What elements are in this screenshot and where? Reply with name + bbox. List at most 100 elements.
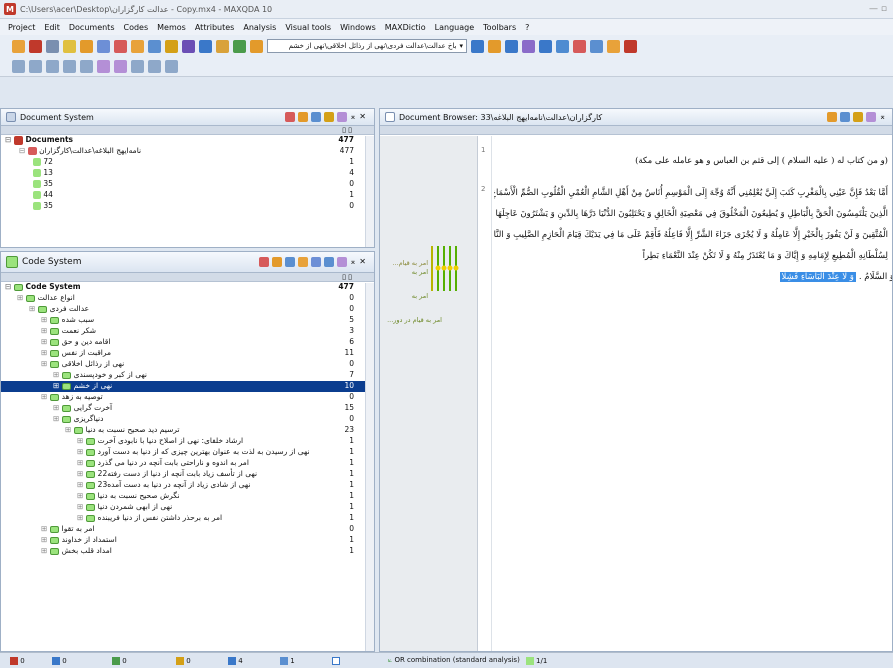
code-row[interactable]: ⊞ نهی از تأسف زیاد بابت آنچه از دنیا از … (1, 469, 374, 480)
copy-icon[interactable] (63, 39, 76, 53)
expand-icon[interactable]: ⊞ (53, 414, 62, 423)
pin-icon[interactable]: ⌅ (350, 112, 357, 122)
arrow-up-icon[interactable] (63, 60, 76, 73)
code-system-root-row[interactable]: ⊟ Code System 477 (1, 282, 374, 293)
document-row[interactable]: 13 4 (1, 168, 374, 179)
code-left-icon[interactable] (471, 39, 484, 53)
code-row[interactable]: ⊞ نهی از خشم 10 (1, 381, 374, 392)
table-view-icon[interactable] (131, 60, 144, 73)
expand-icon[interactable]: ⊞ (77, 513, 86, 522)
arrow-down-icon[interactable] (46, 60, 59, 73)
code-tool-icon[interactable] (233, 39, 246, 53)
close-icon[interactable]: ✕ (359, 112, 366, 122)
code-row[interactable]: ⊞ عدالت فردی 0 (1, 304, 374, 315)
status-combination[interactable]: ⟀ OR combination (standard analysis) (382, 656, 520, 665)
memo-icon[interactable] (114, 39, 127, 53)
code-row[interactable]: ⊞ امر به تقوا 0 (1, 524, 374, 535)
delete-icon[interactable] (284, 112, 295, 122)
code-row[interactable]: ⊞ سبب شده 5 (1, 315, 374, 326)
cut-icon[interactable] (46, 39, 59, 53)
code-row[interactable]: ⊞ ترسیم دید صحیح نسبت به دنیا 23 (1, 425, 374, 436)
code-row[interactable]: ⊞ اقامه دین و حق 6 (1, 337, 374, 348)
open-project-icon[interactable] (12, 39, 25, 53)
search-code-icon[interactable] (114, 60, 127, 73)
copy-doc-icon[interactable] (297, 112, 308, 122)
code-row[interactable]: ⊞ نهی از ابهی شمردن دنیا 1 (1, 502, 374, 513)
grid-icon[interactable] (216, 39, 229, 53)
minimize-button[interactable]: — ▫ (869, 4, 887, 14)
menu-attributes[interactable]: Attributes (195, 23, 235, 32)
dictio-icon[interactable] (624, 39, 637, 53)
sort-icon[interactable] (12, 60, 25, 73)
export-icon[interactable] (165, 60, 178, 73)
menu-analysis[interactable]: Analysis (243, 23, 276, 32)
code-row[interactable]: ⊞ مراقبت از نفس 11 (1, 348, 374, 359)
code-row[interactable]: ⊞ استمداد از خداوند 1 (1, 535, 374, 546)
expand-icon[interactable]: ⊞ (41, 524, 50, 533)
code-row[interactable]: ⊞ انواع عدالت 0 (1, 293, 374, 304)
grid-view-icon[interactable] (148, 60, 161, 73)
print-icon[interactable] (827, 112, 838, 122)
expand-icon[interactable]: ⊞ (77, 458, 86, 467)
retrieve-icon[interactable] (148, 39, 161, 53)
window-layout-icon[interactable] (199, 39, 212, 53)
expand-icon[interactable]: ⊞ (41, 546, 50, 555)
search-text-icon[interactable] (866, 112, 877, 122)
document-row[interactable]: 35 0 (1, 201, 374, 212)
code-row[interactable]: ⊞ دنیاگریزی 0 (1, 414, 374, 425)
expand-icon[interactable]: ⊞ (41, 315, 50, 324)
highlighted-segment[interactable]: وَ لَا عِنْدَ الْبَأْسَاءِ فَشِلًا (779, 272, 856, 282)
code-color-icon[interactable] (297, 257, 308, 267)
book-icon[interactable] (607, 39, 620, 53)
attribute-icon[interactable] (323, 112, 334, 122)
documents-root-row[interactable]: ⊟ Documents 477 (1, 135, 374, 146)
expand-icon[interactable]: ⊞ (53, 370, 62, 379)
margin-code-label[interactable]: امر به (382, 268, 428, 276)
find-code-icon[interactable] (336, 257, 347, 267)
quick-code-icon[interactable] (250, 39, 263, 53)
search-doc-icon[interactable] (97, 60, 110, 73)
code-up-icon[interactable] (505, 39, 518, 53)
new-project-icon[interactable] (29, 39, 42, 53)
menu-visual-tools[interactable]: Visual tools (285, 23, 331, 32)
code-row[interactable]: ⊞ نهی از کبر و خودپسندی 7 (1, 370, 374, 381)
code-system-scrollbar[interactable] (365, 283, 374, 651)
code-row[interactable]: ⊞ توصیه به زهد 0 (1, 392, 374, 403)
expand-icon[interactable]: ⊞ (41, 392, 50, 401)
code-memo-icon[interactable] (310, 257, 321, 267)
code-selector-dropdown[interactable]: ▾ باخ عدالت\عدالت فردی\نهی از رذائل اخلاق… (267, 39, 467, 53)
menu-help[interactable]: ? (525, 23, 529, 32)
margin-code-label[interactable]: امر به (382, 292, 428, 300)
expand-icon[interactable]: ⊞ (77, 502, 86, 511)
new-code-icon[interactable] (284, 257, 295, 267)
stats-icon[interactable] (573, 39, 586, 53)
expand-icon[interactable]: ⊞ (53, 403, 62, 412)
menu-memos[interactable]: Memos (157, 23, 186, 32)
menu-edit[interactable]: Edit (44, 23, 60, 32)
document-row[interactable]: 44 1 (1, 190, 374, 201)
expand-icon[interactable]: ⊞ (41, 326, 50, 335)
expand-icon[interactable]: ⊞ (77, 480, 86, 489)
highlight-icon[interactable] (165, 39, 178, 53)
margin-code-label[interactable]: امر به قیام... (382, 259, 428, 267)
expand-icon[interactable]: ⊞ (65, 425, 74, 434)
code-right-icon[interactable] (488, 39, 501, 53)
chart-icon[interactable] (590, 39, 603, 53)
document-text-area[interactable]: (و من كتاب له ( عليه السلام ) إلى قثم بن… (494, 136, 892, 651)
menu-project[interactable]: Project (8, 23, 35, 32)
code-row[interactable]: ⊞ امر به اندوه و ناراحتی بابت آنچه در دن… (1, 458, 374, 469)
expand-icon[interactable]: ⊞ (53, 381, 62, 390)
copy-code-icon[interactable] (271, 257, 282, 267)
sigma-icon[interactable] (556, 39, 569, 53)
code-row[interactable]: ⊞ ارشاد خلفای: نهی از اصلاح دنیا با نابو… (1, 436, 374, 447)
menu-windows[interactable]: Windows (340, 23, 376, 32)
expand-icon[interactable]: ⊞ (41, 348, 50, 357)
paste-icon[interactable] (80, 39, 93, 53)
edit-icon[interactable] (840, 112, 851, 122)
list-icon[interactable] (80, 60, 93, 73)
menu-maxdictio[interactable]: MAXDictio (385, 23, 426, 32)
code-row[interactable]: ⊞ آخرت گرایی 15 (1, 403, 374, 414)
expand-icon[interactable]: ⊞ (77, 469, 86, 478)
menu-codes[interactable]: Codes (124, 23, 149, 32)
import-icon[interactable] (310, 112, 321, 122)
